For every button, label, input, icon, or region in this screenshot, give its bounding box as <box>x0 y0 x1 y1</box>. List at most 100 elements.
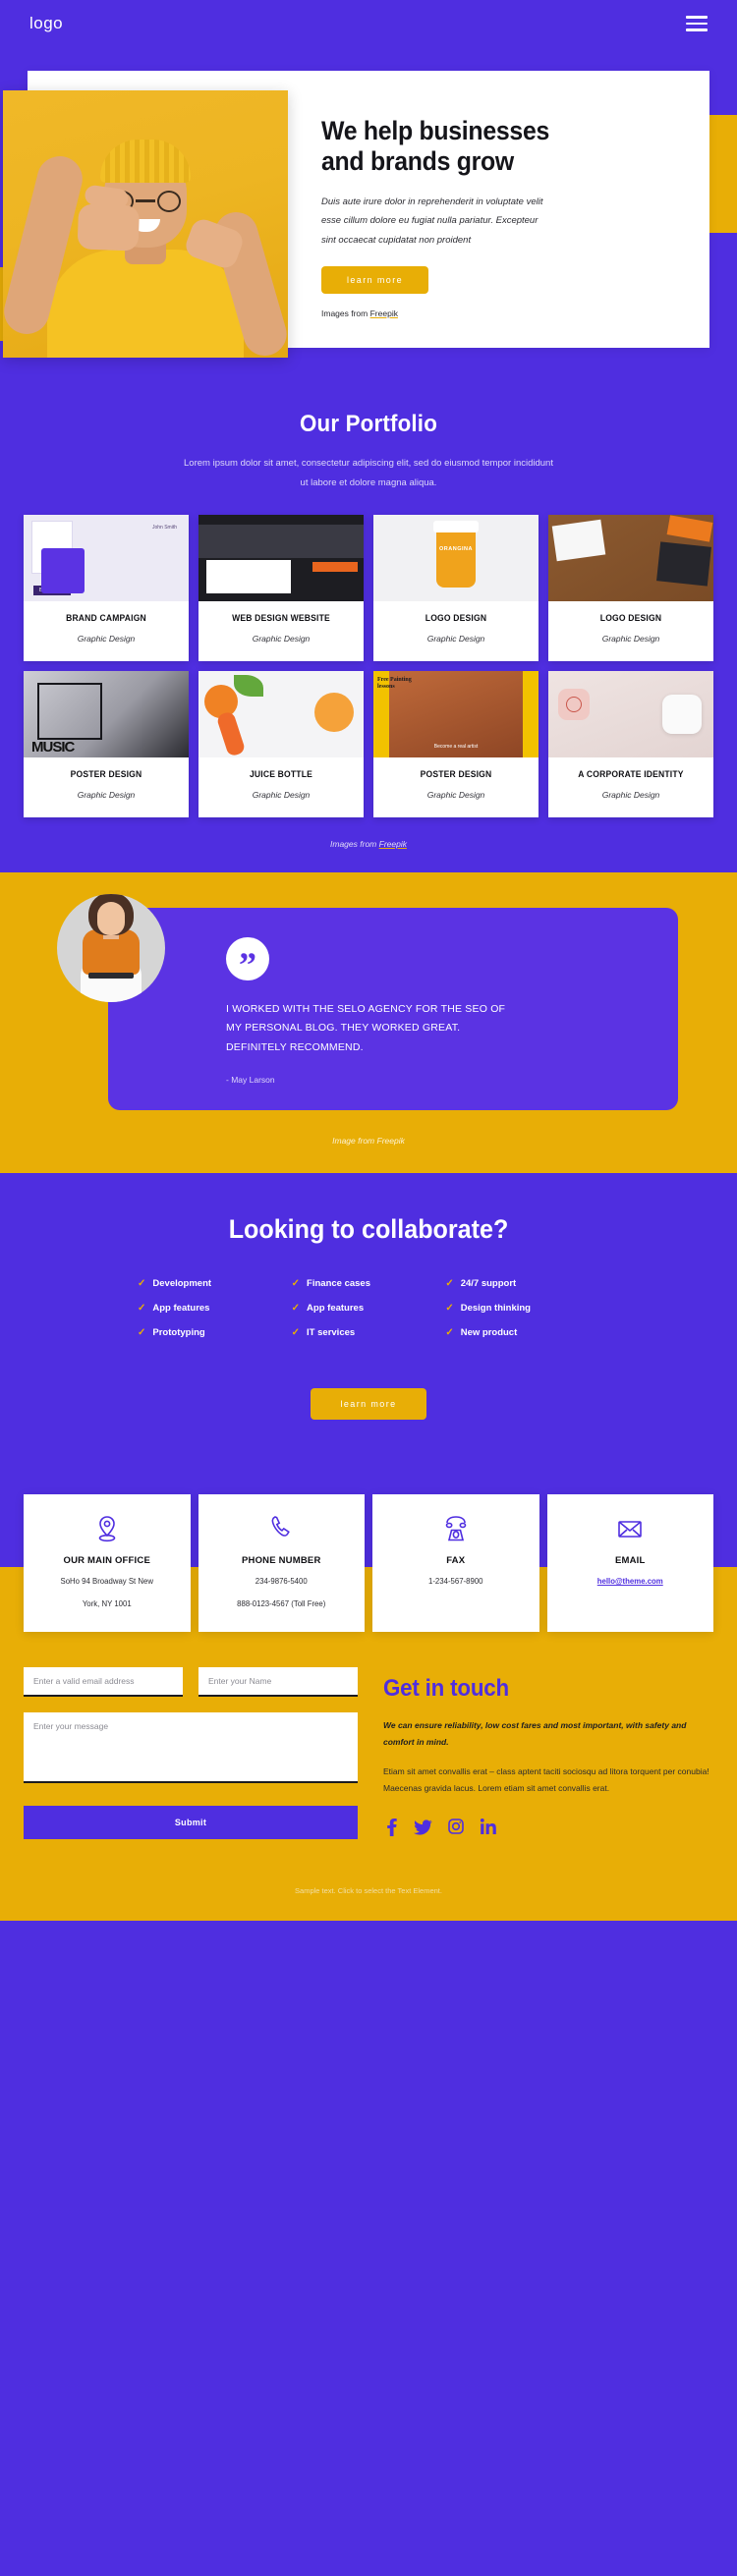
contact-card-title: EMAIL <box>614 1555 646 1567</box>
portfolio-card-title: LOGO DESIGN <box>425 612 487 623</box>
contact-card-email: EMAIL hello@theme.com <box>546 1494 713 1633</box>
feature-label: 24/7 support <box>460 1278 517 1290</box>
testimonial-credit-link[interactable]: Freepik <box>377 1136 405 1146</box>
contact-cards-grid: OUR MAIN OFFICE SoHo 94 Broadway St New … <box>24 1494 713 1661</box>
check-icon: ✓ <box>138 1327 146 1339</box>
feature-label: IT services <box>307 1327 356 1339</box>
check-icon: ✓ <box>291 1278 301 1290</box>
portfolio-card[interactable]: Free Painting lessons Become a real arti… <box>373 670 539 817</box>
contact-card-line1: SoHo 94 Broadway St New <box>60 1577 153 1587</box>
portfolio-card-category: Graphic Design <box>426 633 485 644</box>
contact-card-title: PHONE NUMBER <box>241 1555 321 1567</box>
portfolio-card-title: BRAND CAMPAIGN <box>66 612 146 623</box>
social-links <box>383 1817 713 1836</box>
site-header: logo <box>0 0 737 47</box>
feature-item: ✓ Design thinking <box>445 1303 599 1314</box>
get-in-touch-title: Get in touch <box>383 1675 509 1703</box>
check-icon: ✓ <box>445 1327 454 1339</box>
portfolio-card[interactable]: John Smith b Book Cover BRAND CAMPAIGN G… <box>24 514 189 661</box>
landing-page: logo We help businesses and brands grow … <box>0 0 737 1922</box>
portfolio-card-category: Graphic Design <box>252 789 311 800</box>
hero-photo <box>3 90 288 359</box>
fax-icon <box>445 1516 467 1541</box>
twitter-icon[interactable] <box>414 1817 432 1836</box>
feature-item: ✓ App features <box>138 1303 292 1314</box>
portfolio-card[interactable]: A CORPORATE IDENTITY Graphic Design <box>548 670 713 817</box>
feature-label: Development <box>152 1278 212 1290</box>
email-link[interactable]: hello@theme.com <box>597 1577 663 1586</box>
contact-card-line2: York, NY 1001 <box>82 1598 132 1608</box>
thumb-logo-letter: b <box>45 561 54 579</box>
hamburger-bar <box>686 22 708 26</box>
portfolio-thumbnail: MUSIC <box>24 670 189 757</box>
hero-heading-line2: and brands grow <box>321 146 514 177</box>
thumb-sub: Become a real artist <box>433 743 479 750</box>
email-field[interactable] <box>24 1667 183 1698</box>
contact-card-office: OUR MAIN OFFICE SoHo 94 Broadway St New … <box>24 1494 191 1633</box>
portfolio-thumbnail <box>548 670 713 757</box>
portfolio-card[interactable]: ORANGINA LOGO DESIGN Graphic Design <box>373 514 539 661</box>
get-in-touch-section: Submit Get in touch We can ensure reliab… <box>0 1661 737 1870</box>
message-field[interactable] <box>24 1712 358 1784</box>
page-title: We help businesses and brands grow <box>321 116 648 178</box>
contact-card-line1: 234-9876-5400 <box>255 1577 308 1587</box>
instagram-icon[interactable] <box>447 1817 465 1836</box>
testimonial-author: - May Larson <box>226 1075 275 1086</box>
name-field[interactable] <box>198 1667 358 1698</box>
get-in-touch-info: Get in touch We can ensure reliability, … <box>383 1667 713 1839</box>
portfolio-thumbnail <box>548 514 713 601</box>
feature-item: ✓ Finance cases <box>292 1278 446 1289</box>
testimonial-section: ” I WORKED WITH THE SELO AGENCY FOR THE … <box>0 871 737 1174</box>
feature-item: ✓ IT services <box>292 1327 446 1338</box>
portfolio-card-category: Graphic Design <box>426 789 485 800</box>
portfolio-card[interactable]: JUICE BOTTLE Graphic Design <box>198 670 364 817</box>
hero-credit-link[interactable]: Freepik <box>370 308 398 318</box>
feature-label: Design thinking <box>460 1303 531 1315</box>
hero-learn-more-button[interactable]: learn more <box>321 266 429 295</box>
hamburger-icon[interactable] <box>686 16 708 31</box>
testimonial-credit-prefix: Image from <box>332 1136 377 1147</box>
feature-label: Prototyping <box>152 1327 205 1339</box>
portfolio-card[interactable]: LOGO DESIGN Graphic Design <box>548 514 713 661</box>
thumb-logo-text: ORANGINA <box>439 545 473 552</box>
contact-card-phone: PHONE NUMBER 234-9876-5400 888-0123-4567… <box>198 1494 365 1633</box>
portfolio-card[interactable]: Strategy & Management Consultancy WEB DE… <box>198 514 364 661</box>
contact-cards-section: OUR MAIN OFFICE SoHo 94 Broadway St New … <box>0 1457 737 1662</box>
contact-card-title: OUR MAIN OFFICE <box>63 1555 150 1567</box>
hero-image-credit: Images from Freepik <box>321 308 676 318</box>
hamburger-bar <box>686 28 708 31</box>
portfolio-card-title: LOGO DESIGN <box>599 612 662 623</box>
portfolio-card-title: POSTER DESIGN <box>420 768 492 779</box>
portfolio-credit-prefix: Images from <box>330 838 379 849</box>
contact-card-line1: 1-234-567-8900 <box>428 1577 483 1587</box>
submit-button[interactable]: Submit <box>24 1806 358 1840</box>
contact-card-line2: 888-0123-4567 (Toll Free) <box>237 1598 326 1608</box>
contact-card-title: FAX <box>446 1555 466 1567</box>
thumb-name: John Smith <box>151 524 177 531</box>
portfolio-thumbnail: John Smith b Book Cover <box>24 514 189 601</box>
portfolio-card[interactable]: MUSIC POSTER DESIGN Graphic Design <box>24 670 189 817</box>
check-icon: ✓ <box>445 1303 454 1315</box>
collaborate-learn-more-button[interactable]: learn more <box>311 1388 426 1421</box>
check-icon: ✓ <box>291 1303 301 1315</box>
testimonial-card: ” I WORKED WITH THE SELO AGENCY FOR THE … <box>108 907 678 1111</box>
check-icon: ✓ <box>138 1278 146 1290</box>
linkedin-icon[interactable] <box>480 1817 496 1836</box>
collaborate-title: Looking to collaborate? <box>228 1214 509 1245</box>
portfolio-thumbnail: ORANGINA <box>373 514 539 601</box>
check-icon: ✓ <box>291 1327 301 1339</box>
feature-list: ✓ Development ✓ Finance cases ✓ 24/7 suppor… <box>138 1278 599 1338</box>
portfolio-credit-link[interactable]: Freepik <box>379 839 407 849</box>
portfolio-title: Our Portfolio <box>299 411 438 438</box>
portfolio-card-category: Graphic Design <box>252 633 311 644</box>
facebook-icon[interactable] <box>383 1817 399 1836</box>
envelope-icon <box>618 1521 643 1538</box>
portfolio-card-title: JUICE BOTTLE <box>249 768 313 779</box>
portfolio-card-category: Graphic Design <box>601 633 660 644</box>
feature-item: ✓ New product <box>445 1327 599 1338</box>
location-pin-icon <box>98 1516 116 1542</box>
thumb-text: Strategy & Management Consultancy <box>210 563 266 578</box>
logo[interactable]: logo <box>29 14 63 33</box>
footer-text: Sample text. Click to select the Text El… <box>295 1886 442 1896</box>
phone-icon <box>271 1516 291 1537</box>
